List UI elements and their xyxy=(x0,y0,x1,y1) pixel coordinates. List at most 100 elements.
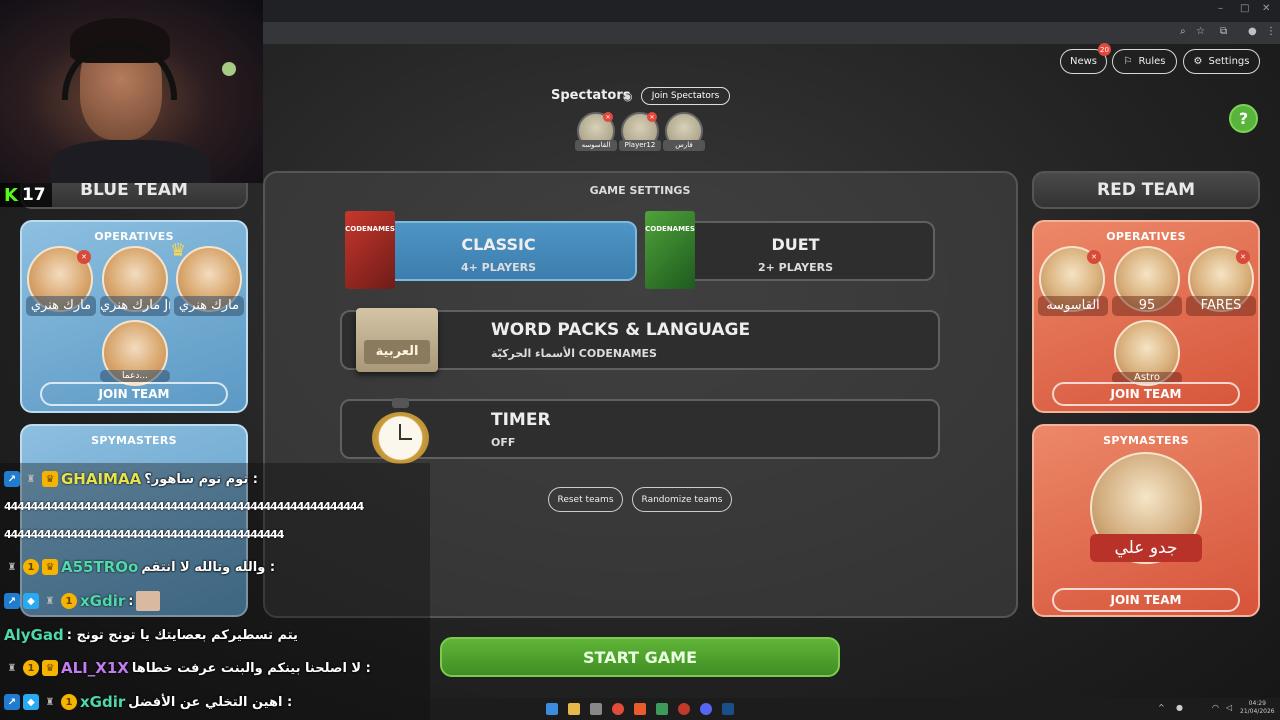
player-name: مارك هنري Jr. xyxy=(100,296,170,316)
duet-players: 2+ PLAYERS xyxy=(757,261,834,274)
blue-operatives-panel: OPERATIVES ✕ مارك هنري مارك هنري Jr. ♛ م… xyxy=(20,220,248,413)
news-label: News xyxy=(1069,56,1098,67)
wifi-icon[interactable]: ◠ xyxy=(1212,703,1219,712)
bookmark-star-icon[interactable]: ☆ xyxy=(1196,26,1205,37)
chat-message: ♜ 1 ♛ A55TROo والله وتالله لا انتقم : xyxy=(4,555,276,579)
news-button[interactable]: News 20 xyxy=(1060,43,1111,74)
tray-chevron-icon[interactable]: ^ xyxy=(1158,703,1165,712)
chat-username: xGdir xyxy=(80,693,126,711)
arrow-badge-icon: ↗ xyxy=(4,593,20,609)
volume-icon[interactable]: ◁ xyxy=(1226,703,1232,712)
rules-label: Rules xyxy=(1138,56,1166,67)
cup-badge-icon: ♜ xyxy=(7,662,17,674)
steam-icon[interactable] xyxy=(722,703,734,715)
clock[interactable]: 04:29 21/04/2026 xyxy=(1240,700,1275,716)
chrome-icon[interactable] xyxy=(612,703,624,715)
address-bar[interactable] xyxy=(263,22,1280,44)
duet-box-label: CODENAMES xyxy=(645,225,695,233)
reset-teams-button[interactable]: Reset teams xyxy=(548,487,623,512)
chat-text: 4444444444444444444444444444444444444444… xyxy=(4,528,284,541)
menu-icon[interactable]: ⋮ xyxy=(1266,26,1276,37)
blue-join-operatives-button[interactable]: JOIN TEAM xyxy=(40,382,228,406)
minimize-icon[interactable]: – xyxy=(1218,3,1223,14)
stopwatch-icon xyxy=(372,398,429,464)
viewer-counter: K 17 xyxy=(0,183,52,207)
webcam-overlay xyxy=(0,0,263,183)
classic-mode-button[interactable]: CLASSIC 4+ PLAYERS xyxy=(360,221,637,281)
clock-date: 21/04/2026 xyxy=(1240,708,1275,715)
emote-image xyxy=(136,591,161,611)
disconnected-icon: ✕ xyxy=(1087,250,1101,264)
disconnected-icon: ✕ xyxy=(1236,250,1250,264)
discord-icon[interactable] xyxy=(700,703,712,715)
microphone-icon[interactable]: ● xyxy=(1176,703,1183,712)
player-name: دعما... xyxy=(100,370,170,382)
help-button[interactable]: ? xyxy=(1229,104,1258,133)
chat-text: 4444444444444444444444444444444444444444… xyxy=(4,500,364,513)
player-name: 95 xyxy=(1112,296,1182,316)
cube-badge-icon: ◆ xyxy=(23,593,39,609)
coin-badge-icon: 1 xyxy=(61,694,77,710)
extensions-icon[interactable]: ⧉ xyxy=(1220,26,1227,37)
browser-tab-strip xyxy=(263,0,1280,22)
eye-icon: ◉ xyxy=(623,90,633,103)
chat-message: ↗ ◆ ♜ 1 xGdir اهين التخلي عن الأفضل : xyxy=(4,690,292,714)
coin-badge-icon: 1 xyxy=(23,660,39,676)
crown-badge-icon: ♛ xyxy=(42,471,58,487)
store-icon[interactable] xyxy=(590,703,602,715)
duet-title: DUET xyxy=(771,235,820,254)
crown-icon: ♛ xyxy=(170,240,187,261)
cup-badge-icon: ♜ xyxy=(7,561,17,573)
cup-badge-icon: ♜ xyxy=(45,696,55,708)
red-spymasters-panel: SPYMASTERS جدو علي JOIN TEAM xyxy=(1032,424,1260,617)
disconnected-icon: ✕ xyxy=(77,250,91,264)
arrow-badge-icon: ↗ xyxy=(4,694,20,710)
blue-spymasters-title: SPYMASTERS xyxy=(91,434,177,447)
join-team-label: JOIN TEAM xyxy=(1110,387,1182,401)
chat-text: : xyxy=(128,593,134,609)
red-operatives-panel: OPERATIVES ✕ القاسوسه 95 ✕ FARES Astro J… xyxy=(1032,220,1260,413)
duet-mode-button[interactable]: DUET 2+ PLAYERS xyxy=(656,221,935,281)
brave-icon[interactable] xyxy=(634,703,646,715)
red-join-operatives-button[interactable]: JOIN TEAM xyxy=(1052,382,1240,406)
screen: – □ ✕ ⌕ ☆ ⧉ ● ⋮ News 20 ⚐ Rules ⚙ Settin… xyxy=(0,0,1280,720)
timer-button[interactable] xyxy=(340,399,940,459)
randomize-teams-label: Randomize teams xyxy=(641,494,723,505)
cup-badge-icon: ♜ xyxy=(45,595,55,607)
chat-text: : يتم تسطيركم بعصايتك يا تونج تونج xyxy=(66,627,298,643)
app-icon[interactable] xyxy=(656,703,668,715)
coin-badge-icon: 1 xyxy=(61,593,77,609)
spymaster-name: جدو علي xyxy=(1090,534,1202,562)
red-join-spymasters-button[interactable]: JOIN TEAM xyxy=(1052,588,1240,612)
word-pack-label: العربية xyxy=(364,340,430,364)
kick-icon: K xyxy=(4,184,18,206)
profile-icon[interactable]: ● xyxy=(1248,26,1257,37)
maximize-icon[interactable]: □ xyxy=(1240,3,1249,14)
file-explorer-icon[interactable] xyxy=(568,703,580,715)
word-pack-card: العربية xyxy=(356,308,438,372)
spectator-name: Player12 xyxy=(619,140,661,151)
red-spymasters-title: SPYMASTERS xyxy=(1103,434,1189,447)
player-name: مارك هنري xyxy=(26,296,96,316)
chat-username: AlyGad xyxy=(4,626,64,644)
chat-text: اهين التخلي عن الأفضل : xyxy=(128,694,293,710)
settings-label: Settings xyxy=(1208,56,1250,67)
timer-value: OFF xyxy=(491,436,516,449)
close-icon[interactable]: ✕ xyxy=(1262,3,1270,14)
reset-teams-label: Reset teams xyxy=(557,494,614,505)
disconnected-icon: ✕ xyxy=(647,112,657,122)
player-name: مارك هنري xyxy=(174,296,244,316)
obs-icon[interactable] xyxy=(678,703,690,715)
rules-button[interactable]: ⚐ Rules xyxy=(1112,49,1177,74)
randomize-teams-button[interactable]: Randomize teams xyxy=(632,487,732,512)
join-team-label: JOIN TEAM xyxy=(1110,593,1182,607)
chat-text: لا اصلحنا بينكم والبنت عرفت خطاها : xyxy=(131,660,371,676)
join-spectators-button[interactable]: Join Spectators xyxy=(641,87,730,105)
cup-badge-icon: ♜ xyxy=(26,473,36,485)
classic-players: 4+ PLAYERS xyxy=(460,261,537,274)
windows-start-icon[interactable] xyxy=(546,703,558,715)
settings-button[interactable]: ⚙ Settings xyxy=(1183,49,1260,74)
chat-username: A55TROo xyxy=(61,558,139,576)
start-game-button[interactable]: START GAME xyxy=(440,637,840,677)
zoom-icon[interactable]: ⌕ xyxy=(1180,26,1186,37)
